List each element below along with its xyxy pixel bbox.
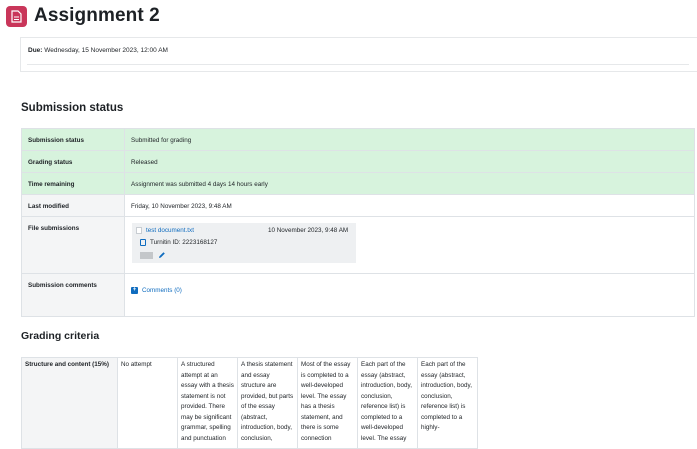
grading-status-value: Released	[124, 150, 695, 173]
document-icon	[136, 227, 142, 234]
rubric-level: No attempt	[117, 357, 178, 449]
table-row: Time remaining Assignment was submitted …	[21, 172, 695, 195]
submission-comments-value: + Comments (0)	[124, 273, 695, 317]
activity-dates: Due: Wednesday, 15 November 2023, 12:00 …	[20, 37, 697, 72]
comments-link-label: Comments (0)	[142, 287, 182, 294]
due-label: Due:	[28, 47, 43, 54]
submission-status-heading: Submission status	[21, 102, 124, 114]
last-modified-value: Friday, 10 November 2023, 9:48 AM	[124, 194, 695, 217]
table-row: Last modified Friday, 10 November 2023, …	[21, 194, 695, 217]
table-row: Submission status Submitted for grading	[21, 128, 695, 151]
turnitin-icon	[140, 239, 146, 246]
page-title: Assignment 2	[34, 5, 160, 26]
assignment-icon	[6, 5, 27, 27]
rubric-level: Each part of the essay (abstract, introd…	[417, 357, 478, 449]
rubric-criterion-row: Structure and content (15%) No attempt A…	[21, 357, 478, 449]
submission-status-table: Submission status Submitted for grading …	[21, 128, 695, 317]
due-date: Due: Wednesday, 15 November 2023, 12:00 …	[28, 47, 168, 54]
criterion-label: Structure and content (15%)	[21, 357, 118, 449]
submission-status-value: Submitted for grading	[124, 128, 695, 151]
table-row: File submissions test document.txt 10 No…	[21, 216, 695, 274]
row-label: File submissions	[21, 216, 125, 274]
table-row: Grading status Released	[21, 150, 695, 173]
plus-icon: +	[131, 287, 138, 294]
rubric-level: A structured attempt at an essay with a …	[177, 357, 238, 449]
file-submissions-value: test document.txt 10 November 2023, 9:48…	[124, 216, 695, 274]
file-date: 10 November 2023, 9:48 AM	[268, 227, 349, 234]
due-value: Wednesday, 15 November 2023, 12:00 AM	[44, 47, 168, 54]
rubric-level: A thesis statement and essay structure a…	[237, 357, 298, 449]
row-label: Grading status	[21, 150, 125, 173]
comments-link[interactable]: + Comments (0)	[131, 287, 688, 294]
grading-rubric: Structure and content (15%) No attempt A…	[21, 357, 478, 449]
time-remaining-value: Assignment was submitted 4 days 14 hours…	[124, 172, 695, 195]
file-link[interactable]: test document.txt	[146, 227, 194, 234]
row-label: Submission comments	[21, 273, 125, 317]
row-label: Time remaining	[21, 172, 125, 195]
rubric-level: Most of the essay is completed to a well…	[297, 357, 358, 449]
pencil-icon[interactable]	[158, 251, 166, 261]
divider	[27, 64, 689, 65]
row-label: Last modified	[21, 194, 125, 217]
row-label: Submission status	[21, 128, 125, 151]
table-row: Submission comments + Comments (0)	[21, 273, 695, 317]
turnitin-id: Turnitin ID: 2223168127	[150, 239, 218, 246]
similarity-score-badge[interactable]	[140, 252, 153, 259]
file-submission-item: test document.txt 10 November 2023, 9:48…	[132, 223, 356, 263]
rubric-level: Each part of the essay (abstract, introd…	[357, 357, 418, 449]
grading-criteria-heading: Grading criteria	[21, 330, 100, 342]
page-header: Assignment 2	[6, 3, 160, 29]
